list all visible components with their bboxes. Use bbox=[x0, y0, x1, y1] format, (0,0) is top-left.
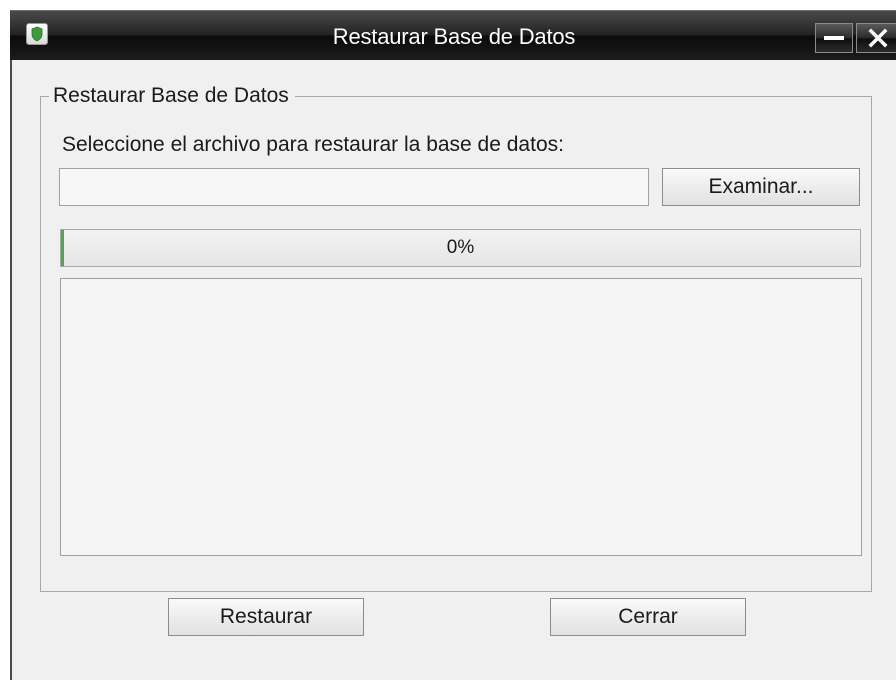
close-dialog-button[interactable]: Cerrar bbox=[550, 598, 746, 636]
log-output-area[interactable] bbox=[60, 278, 862, 556]
close-button[interactable] bbox=[856, 23, 896, 53]
minimize-button[interactable] bbox=[815, 23, 853, 53]
browse-button[interactable]: Examinar... bbox=[662, 168, 860, 206]
minimize-icon bbox=[824, 36, 844, 40]
window-title: Restaurar Base de Datos bbox=[332, 24, 576, 49]
instruction-label: Seleccione el archivo para restaurar la … bbox=[62, 133, 564, 156]
progress-bar: 0% bbox=[60, 229, 861, 267]
file-path-input[interactable] bbox=[59, 168, 649, 206]
group-legend: Restaurar Base de Datos bbox=[49, 83, 295, 109]
progress-label: 0% bbox=[446, 237, 475, 258]
title-bar[interactable]: Restaurar Base de Datos bbox=[10, 10, 896, 60]
close-icon bbox=[868, 28, 887, 48]
restore-button[interactable]: Restaurar bbox=[168, 598, 364, 636]
restore-database-window: Restaurar Base de Datos Restaurar Base d… bbox=[10, 10, 896, 680]
